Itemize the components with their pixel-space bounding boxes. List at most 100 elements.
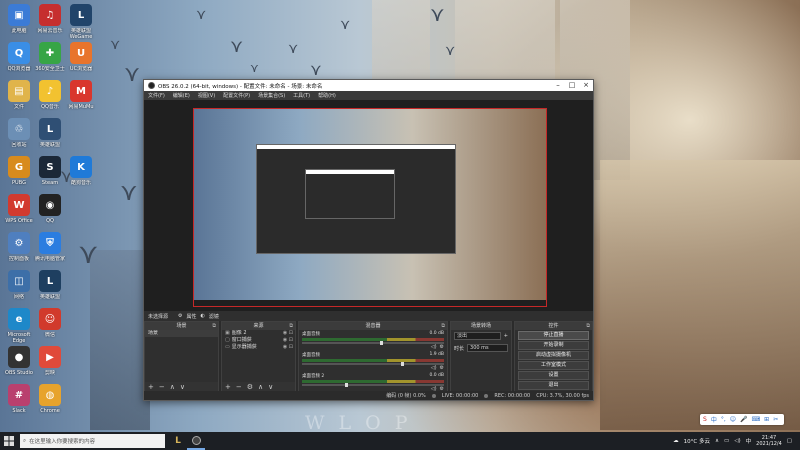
ime-indicator-icon[interactable]: 中 — [746, 437, 752, 445]
desktop-icon[interactable]: ✚ 360安全卫士 — [33, 42, 67, 78]
menu-item[interactable]: 配置文件(P) — [223, 92, 250, 99]
obs-window[interactable]: OBS 26.0.2 (64-bit, windows) - 配置文件: 未命名… — [143, 79, 594, 401]
visibility-lock-icon[interactable]: ◉ ⊡ — [283, 330, 293, 337]
ime-icon[interactable]: 中 — [711, 415, 717, 424]
add-icon[interactable]: + — [148, 383, 154, 391]
network-icon[interactable]: ▭ — [724, 438, 729, 444]
float-icon[interactable]: ⧉ — [212, 322, 216, 330]
desktop-icon[interactable]: L 英雄联盟WeGame — [64, 4, 98, 40]
taskbar-search[interactable]: ⌕ 在这里输入你要搜索的内容 — [20, 434, 165, 448]
ime-icon[interactable]: ⌨ — [752, 416, 761, 423]
close-icon[interactable]: × — [579, 80, 593, 91]
menu-item[interactable]: 场景集合(S) — [258, 92, 285, 99]
ime-toolbar[interactable]: S 中 °, ☺ 🎤 ⌨ ⊞ ✂ — [700, 414, 784, 425]
float-icon[interactable]: ⧉ — [289, 322, 293, 330]
desktop-icon[interactable]: ⚙ 控制面板 — [2, 232, 36, 268]
add-icon[interactable]: + — [225, 383, 231, 391]
desktop-icon[interactable]: # Slack — [2, 384, 36, 420]
chevron-up-icon[interactable]: ∧ — [715, 438, 719, 444]
scene-item[interactable]: 场景 — [145, 330, 218, 337]
down-icon[interactable]: ∨ — [268, 383, 273, 391]
gear-icon[interactable]: ⚙ — [178, 313, 182, 319]
menu-item[interactable]: 帮助(H) — [318, 92, 336, 99]
volume-slider[interactable] — [302, 362, 444, 366]
desktop-icon[interactable]: U UC浏览器 — [64, 42, 98, 78]
desktop-icon[interactable]: ⛨ 腾讯电脑管家 — [33, 232, 67, 268]
desktop-icon[interactable]: ◉ QQ — [33, 194, 67, 230]
menu-item[interactable]: 工具(T) — [293, 92, 310, 99]
source-item[interactable]: ▣ 图像 2 ◉ ⊡ — [222, 330, 295, 337]
desktop-icon[interactable]: ◫ 网络 — [2, 270, 36, 306]
obs-titlebar[interactable]: OBS 26.0.2 (64-bit, windows) - 配置文件: 未命名… — [144, 80, 593, 91]
slider-handle[interactable] — [344, 383, 348, 387]
taskbar-app-lol[interactable]: L — [169, 432, 187, 450]
desktop-icon[interactable]: L 英雄联盟 — [33, 118, 67, 154]
filters-button[interactable]: 滤镜 — [209, 313, 219, 320]
ime-icon[interactable]: °, — [721, 416, 726, 423]
properties-button[interactable]: 属性 — [187, 313, 197, 320]
desktop-icon[interactable]: ♲ 回收站 — [2, 118, 36, 154]
source-item[interactable]: ▢ 窗口捕获 ◉ ⊡ — [222, 337, 295, 344]
remove-icon[interactable]: − — [159, 383, 165, 391]
filter-icon[interactable]: ◐ — [201, 313, 205, 319]
desktop-icon[interactable]: ▶ 剪映 — [33, 346, 67, 382]
visibility-lock-icon[interactable]: ◉ ⊡ — [283, 337, 293, 344]
desktop-icon[interactable]: ☺ 微信 — [33, 308, 67, 344]
control-button[interactable]: 开始录制 — [518, 341, 589, 350]
control-button[interactable]: 启动虚拟摄像机 — [518, 351, 589, 360]
desktop-icon[interactable]: L 英雄联盟 — [33, 270, 67, 306]
down-icon[interactable]: ∨ — [180, 383, 185, 391]
duration-input[interactable]: 300 ms — [467, 344, 508, 352]
ime-icon[interactable]: 🎤 — [740, 416, 747, 423]
float-icon[interactable]: ⧉ — [586, 322, 590, 330]
desktop-icon[interactable]: G PUBG — [2, 156, 36, 192]
float-icon[interactable]: ⧉ — [441, 322, 445, 330]
desktop-icon[interactable]: S Steam — [33, 156, 67, 192]
volume-slider[interactable] — [302, 341, 444, 345]
maximize-icon[interactable]: □ — [565, 80, 579, 91]
visibility-lock-icon[interactable]: ◉ ⊡ — [283, 344, 293, 351]
control-button[interactable]: 停止直播 — [518, 331, 589, 340]
ime-icon[interactable]: S — [703, 416, 707, 423]
desktop-icon[interactable]: ♪ QQ音乐 — [33, 80, 67, 116]
taskbar-app-obs[interactable] — [187, 432, 205, 450]
desktop-icon[interactable]: ♫ 网易云音乐 — [33, 4, 67, 40]
ime-icon[interactable]: ✂ — [773, 416, 778, 423]
gear-icon[interactable]: ⚙ — [440, 365, 444, 371]
control-button[interactable]: 设置 — [518, 371, 589, 380]
gear-icon[interactable]: ⚙ — [247, 383, 253, 391]
source-item[interactable]: ▭ 显示器捕获 ◉ ⊡ — [222, 344, 295, 351]
desktop-icon[interactable]: ▤ 文件 — [2, 80, 36, 116]
slider-handle[interactable] — [380, 341, 384, 345]
start-button[interactable] — [0, 432, 18, 450]
desktop-icon[interactable]: e Microsoft Edge — [2, 308, 36, 344]
volume-icon[interactable]: ◁) — [734, 438, 740, 444]
notification-icon[interactable]: ▢ — [787, 438, 792, 444]
control-button[interactable]: 工作室模式 — [518, 361, 589, 370]
up-icon[interactable]: ∧ — [170, 383, 175, 391]
desktop-icon[interactable]: W WPS Office — [2, 194, 36, 230]
desktop-icon[interactable]: Q QQ浏览器 — [2, 42, 36, 78]
desktop-icon[interactable]: K 酷狗音乐 — [64, 156, 98, 192]
weather-text[interactable]: 10°C 多云 — [684, 437, 710, 445]
menu-item[interactable]: 编辑(E) — [173, 92, 190, 99]
ime-icon[interactable]: ⊞ — [764, 416, 769, 423]
desktop-icon[interactable]: ◍ Chrome — [33, 384, 67, 420]
speaker-icon[interactable]: ◁) — [431, 365, 437, 371]
desktop-icon[interactable]: ▣ 此电脑 — [2, 4, 36, 40]
speaker-icon[interactable]: ◁) — [431, 344, 437, 350]
menu-item[interactable]: 文件(F) — [148, 92, 165, 99]
ime-icon[interactable]: ☺ — [730, 416, 736, 423]
minimize-icon[interactable]: – — [551, 80, 565, 91]
up-icon[interactable]: ∧ — [258, 383, 263, 391]
add-icon[interactable]: + — [504, 333, 508, 339]
desktop-icon[interactable]: M 网易MuMu — [64, 80, 98, 116]
desktop-icon[interactable]: ● OBS Studio — [2, 346, 36, 382]
control-button[interactable]: 退出 — [518, 381, 589, 390]
volume-slider[interactable] — [302, 383, 444, 387]
remove-icon[interactable]: − — [236, 383, 242, 391]
slider-handle[interactable] — [401, 362, 405, 366]
menu-item[interactable]: 视图(V) — [198, 92, 215, 99]
obs-preview[interactable] — [193, 108, 547, 307]
gear-icon[interactable]: ⚙ — [440, 344, 444, 350]
